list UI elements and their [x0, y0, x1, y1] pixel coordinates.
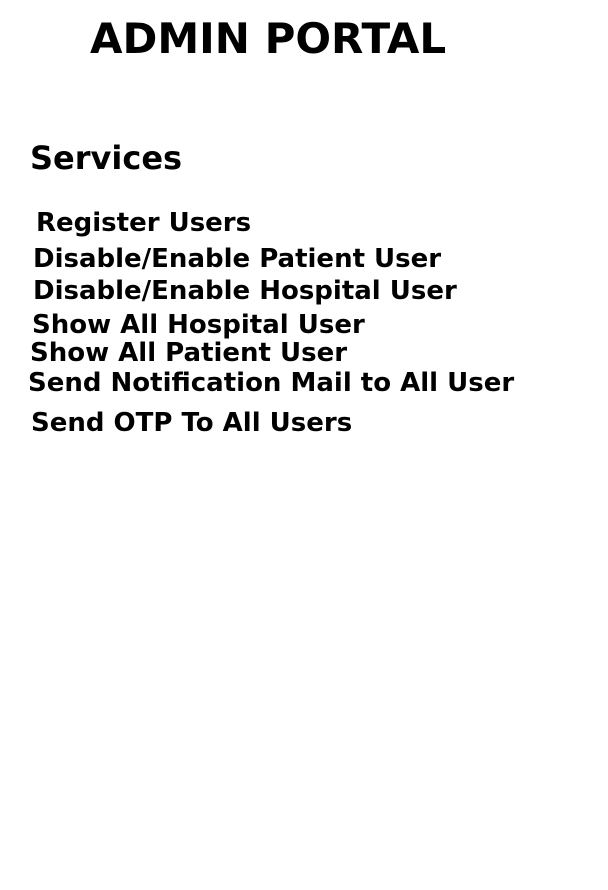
show-all-patient-user-link[interactable]: Show All Patient User	[30, 337, 347, 369]
services-heading: Services	[30, 139, 183, 177]
page-title: ADMIN PORTAL	[90, 14, 447, 63]
send-notification-mail-link[interactable]: Send Notification Mail to All User	[28, 367, 514, 399]
disable-enable-patient-user-link[interactable]: Disable/Enable Patient User	[33, 243, 441, 275]
send-otp-link[interactable]: Send OTP To All Users	[31, 407, 352, 439]
disable-enable-hospital-user-link[interactable]: Disable/Enable Hospital User	[33, 275, 457, 307]
register-users-link[interactable]: Register Users	[36, 207, 251, 239]
